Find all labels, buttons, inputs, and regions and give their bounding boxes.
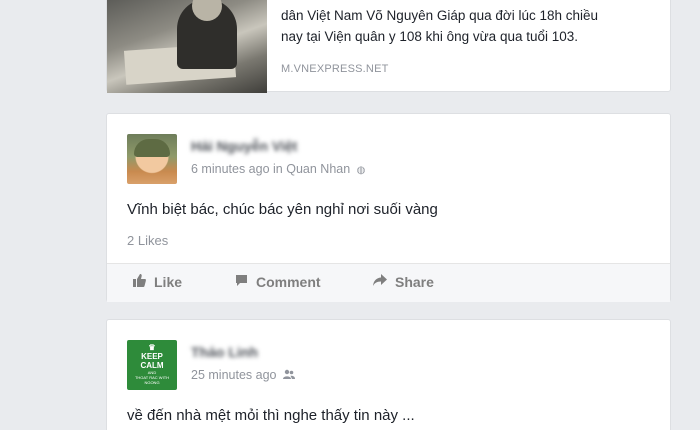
post-author[interactable]: Thảo Linh [191, 344, 258, 360]
link-description-line2: nay tại Viện quân y 108 khi ông vừa qua … [281, 29, 579, 44]
location-prefix: in [273, 162, 283, 176]
post-timestamp[interactable]: 6 minutes ago [191, 162, 270, 176]
post-meta: 25 minutes ago [191, 368, 295, 382]
link-description-line1: dân Việt Nam Võ Nguyên Giáp qua đời lúc … [281, 8, 599, 23]
avatar-text-keep: KEEP [141, 352, 163, 361]
like-button[interactable]: Like [131, 274, 182, 290]
avatar[interactable]: ♛ KEEP CALM AND THOAT RAC WITH NGONG [127, 340, 177, 390]
post-actions-bar: Like Comment Share [107, 263, 670, 302]
comment-label: Comment [256, 274, 321, 290]
post-text: Vĩnh biệt bác, chúc bác yên nghỉ nơi suố… [127, 201, 438, 218]
post-author[interactable]: Hải Nguyễn Việt [191, 138, 297, 154]
post-card: Hải Nguyễn Việt 6 minutes ago in Quan Nh… [106, 113, 671, 302]
post-text: về đến nhà mệt mỏi thì nghe thấy tin này… [127, 407, 415, 424]
avatar-hat-shape [134, 139, 170, 157]
post-meta: 6 minutes ago in Quan Nhan ◍ [191, 162, 365, 176]
like-label: Like [154, 274, 183, 290]
link-thumbnail-image[interactable] [107, 0, 267, 93]
post-card: ♛ KEEP CALM AND THOAT RAC WITH NGONG Thả… [106, 319, 671, 430]
link-source: M.VNEXPRESS.NET [281, 63, 389, 75]
likes-count[interactable]: 2 Likes [127, 233, 168, 248]
avatar-text-line5: NGONG [144, 380, 160, 385]
avatar[interactable] [127, 134, 177, 184]
post-location[interactable]: Quan Nhan [286, 162, 350, 176]
link-preview-card[interactable]: dân Việt Nam Võ Nguyên Giáp qua đời lúc … [106, 0, 671, 93]
comment-button[interactable]: Comment [233, 274, 321, 290]
comment-icon [233, 274, 249, 290]
friends-icon[interactable] [282, 369, 295, 382]
avatar-text-calm: CALM [140, 361, 164, 370]
post-timestamp[interactable]: 25 minutes ago [191, 368, 276, 382]
share-icon [372, 274, 388, 290]
link-description[interactable]: dân Việt Nam Võ Nguyên Giáp qua đời lúc … [281, 5, 661, 47]
share-label: Share [395, 274, 434, 290]
globe-icon[interactable]: ◍ [357, 165, 366, 176]
news-feed: dân Việt Nam Võ Nguyên Giáp qua đời lúc … [0, 0, 700, 430]
share-button[interactable]: Share [372, 274, 434, 290]
thumbs-up-icon [131, 274, 147, 290]
crown-icon: ♛ [148, 343, 156, 352]
